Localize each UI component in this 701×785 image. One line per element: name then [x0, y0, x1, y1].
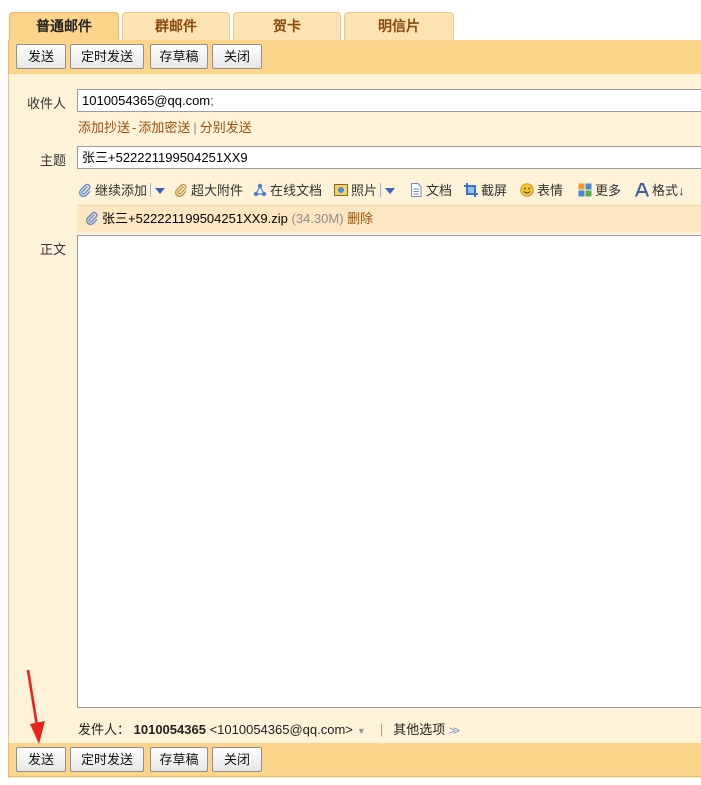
- annotation-arrow-icon: [26, 669, 45, 744]
- online-document-button[interactable]: 在线文档: [253, 181, 322, 201]
- sender-name: 1010054365: [133, 722, 206, 737]
- screenshot-icon: [464, 183, 478, 197]
- paperclip-icon: [85, 211, 98, 225]
- top-toolbar: 发送 定时发送 存草稿 关闭: [8, 40, 701, 74]
- share-nodes-icon: [253, 183, 267, 197]
- attachment-item: 张三+522221199504251XX9.zip (34.30M) 删除: [77, 205, 701, 232]
- recipient-separator: ;: [210, 93, 214, 108]
- divider: [150, 183, 152, 197]
- emoji-button[interactable]: 表情: [520, 181, 563, 201]
- continue-add-attachment-button[interactable]: 继续添加: [78, 181, 166, 201]
- sender-divider: |: [379, 722, 384, 737]
- subject-label: 主题: [39, 153, 66, 168]
- more-label: 更多: [595, 183, 622, 198]
- tab-postcard[interactable]: 明信片: [344, 12, 454, 40]
- large-attachment-label: 超大附件: [191, 183, 244, 198]
- document-button[interactable]: 文档: [409, 181, 452, 201]
- large-attachment-button[interactable]: 超大附件: [174, 181, 243, 201]
- separate-send-link[interactable]: 分别发送: [200, 120, 252, 135]
- chevron-down-icon[interactable]: [385, 188, 396, 194]
- recipient-links: 添加抄送 - 添加密送 | 分别发送: [78, 117, 252, 136]
- close-button[interactable]: 关闭: [212, 44, 262, 69]
- bottom-toolbar: 发送 定时发送 存草稿 关闭: [8, 743, 701, 777]
- recipient-label: 收件人: [26, 96, 66, 111]
- scheduled-send-button[interactable]: 定时发送: [70, 44, 144, 69]
- other-options-link[interactable]: 其他选项: [393, 722, 445, 737]
- format-label: 格式↓: [652, 183, 685, 198]
- font-format-icon: [635, 183, 649, 197]
- double-chevron-down-icon[interactable]: ≫: [449, 725, 461, 737]
- send-button[interactable]: 发送: [16, 747, 66, 772]
- chevron-down-icon[interactable]: [155, 188, 166, 194]
- subject-input[interactable]: 张三+522221199504251XX9: [77, 146, 701, 169]
- send-button[interactable]: 发送: [16, 44, 66, 69]
- save-draft-button[interactable]: 存草稿: [150, 747, 208, 772]
- photo-icon: [334, 184, 348, 196]
- recipient-input[interactable]: 1010054365@qq.com;: [77, 89, 701, 112]
- paperclip-icon: [174, 183, 187, 197]
- sender-label: 发件人：: [78, 722, 131, 737]
- divider: [380, 183, 382, 197]
- close-button[interactable]: 关闭: [212, 747, 262, 772]
- emoji-label: 表情: [537, 183, 564, 198]
- sender-address[interactable]: <1010054365@qq.com>: [210, 722, 353, 737]
- screenshot-label: 截屏: [481, 183, 508, 198]
- grid-icon: [578, 183, 592, 197]
- recipient-value: 1010054365@qq.com: [82, 93, 211, 108]
- compose-tab-bar: 普通邮件 群邮件 贺卡 明信片: [0, 0, 701, 41]
- tab-normal-mail[interactable]: 普通邮件: [9, 12, 119, 41]
- add-cc-link[interactable]: 添加抄送: [78, 120, 130, 135]
- link-divider: |: [193, 120, 197, 135]
- tab-greeting-card[interactable]: 贺卡: [233, 12, 341, 40]
- photo-label: 照片: [351, 183, 378, 198]
- screenshot-button[interactable]: 截屏: [464, 181, 507, 201]
- sender-row: 发件人： 1010054365 <1010054365@qq.com> ▼ | 其他选…: [78, 719, 460, 738]
- tab-group-mail[interactable]: 群邮件: [122, 12, 230, 40]
- delete-attachment-link[interactable]: 删除: [347, 211, 373, 226]
- smiley-icon: [520, 183, 534, 197]
- paperclip-icon: [78, 183, 91, 197]
- body-editor[interactable]: [77, 235, 701, 708]
- attachment-size: (34.30M): [291, 211, 344, 226]
- sender-dropdown-icon[interactable]: ▼: [353, 726, 370, 736]
- save-draft-button[interactable]: 存草稿: [150, 44, 208, 69]
- more-button[interactable]: 更多: [578, 181, 621, 201]
- continue-add-label: 继续添加: [95, 183, 148, 198]
- document-label: 文档: [426, 183, 453, 198]
- scheduled-send-button[interactable]: 定时发送: [70, 747, 144, 772]
- body-label: 正文: [39, 242, 66, 257]
- photo-button[interactable]: 照片: [334, 181, 396, 201]
- format-button[interactable]: 格式↓: [635, 181, 685, 201]
- attachment-filename: 张三+522221199504251XX9.zip: [102, 211, 288, 226]
- online-document-label: 在线文档: [270, 183, 323, 198]
- document-icon: [411, 183, 422, 197]
- add-bcc-link[interactable]: 添加密送: [138, 120, 190, 135]
